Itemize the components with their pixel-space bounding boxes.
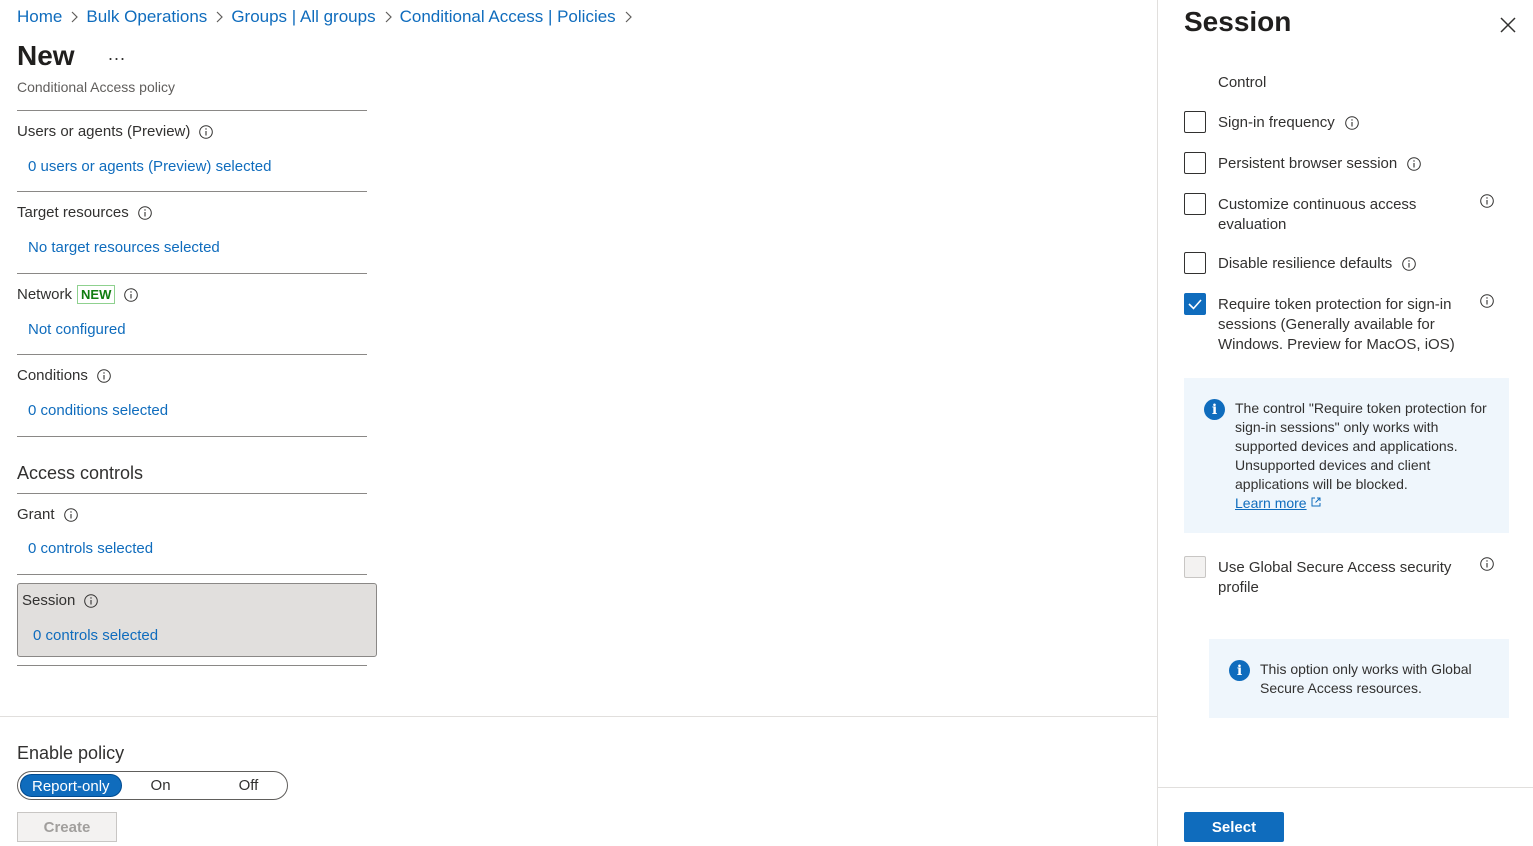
panel-title: Session	[1184, 6, 1292, 37]
divider	[17, 354, 367, 355]
session-label-text: Session	[22, 592, 76, 609]
sign-in-frequency-checkbox[interactable]	[1184, 111, 1206, 133]
target-label-text: Target resources	[17, 204, 129, 221]
divider	[17, 110, 367, 111]
network-label: Network NEW	[17, 285, 139, 304]
info-icon[interactable]	[1480, 557, 1494, 571]
info-filled-icon: i	[1229, 660, 1250, 681]
conditions-label-text: Conditions	[17, 367, 88, 384]
divider	[17, 574, 367, 575]
info-icon[interactable]	[84, 593, 99, 608]
breadcrumb-bulk-operations[interactable]: Bulk Operations	[86, 7, 207, 27]
info-filled-icon: i	[1204, 399, 1225, 420]
conditions-link[interactable]: 0 conditions selected	[28, 402, 168, 419]
option-label: Persistent browser session	[1218, 154, 1422, 174]
panel-footer-divider	[1158, 787, 1533, 788]
token-protection-checkbox[interactable]	[1184, 293, 1206, 315]
breadcrumb-conditional-access[interactable]: Conditional Access | Policies	[400, 7, 616, 27]
breadcrumb-groups[interactable]: Groups | All groups	[231, 7, 375, 27]
grant-label: Grant	[17, 506, 78, 523]
persistent-browser-session-checkbox[interactable]	[1184, 152, 1206, 174]
learn-more-link[interactable]: Learn more	[1235, 495, 1307, 511]
sign-in-frequency-label: Sign-in frequency	[1218, 114, 1335, 131]
info-icon[interactable]	[63, 507, 78, 522]
token-protection-info-box: i The control "Require token protection …	[1184, 378, 1509, 533]
info-icon[interactable]	[137, 205, 152, 220]
control-header: Control	[1218, 74, 1267, 91]
token-protection-label: Require token protection for sign-in ses…	[1218, 296, 1455, 353]
divider	[17, 191, 367, 192]
enable-policy-label: Enable policy	[17, 743, 125, 763]
session-section[interactable]: Session 0 controls selected	[17, 583, 377, 657]
more-options-icon[interactable]: ...	[108, 44, 126, 65]
breadcrumb-home[interactable]: Home	[17, 7, 62, 27]
grant-label-text: Grant	[17, 506, 55, 523]
info-icon[interactable]	[199, 124, 214, 139]
page-subtitle: Conditional Access policy	[17, 79, 175, 95]
divider	[17, 436, 367, 437]
info-icon[interactable]	[1407, 157, 1422, 171]
disable-resilience-defaults-label: Disable resilience defaults	[1218, 255, 1393, 272]
global-secure-access-checkbox[interactable]	[1184, 556, 1206, 578]
info-icon[interactable]	[124, 287, 139, 302]
divider	[17, 273, 367, 274]
option-label: Sign-in frequency	[1218, 113, 1359, 133]
info-icon[interactable]	[97, 368, 111, 383]
close-icon[interactable]	[1498, 15, 1518, 35]
footer-divider	[0, 716, 1157, 717]
users-section-label: Users or agents (Preview)	[17, 123, 214, 140]
token-info-message: The control "Require token protection fo…	[1235, 399, 1493, 513]
global-secure-access-label: Use Global Secure Access security profil…	[1218, 559, 1452, 596]
token-info-text: The control "Require token protection fo…	[1235, 400, 1487, 492]
divider	[17, 665, 367, 666]
users-selection-link[interactable]: 0 users or agents (Preview) selected	[28, 158, 271, 175]
continuous-access-evaluation-label: Customize continuous access evaluation	[1218, 196, 1417, 233]
toggle-report-only[interactable]: Report-only	[20, 774, 122, 797]
grant-link[interactable]: 0 controls selected	[28, 540, 153, 557]
session-label: Session	[22, 592, 99, 609]
toggle-off[interactable]: Off	[228, 774, 270, 797]
info-icon[interactable]	[1402, 257, 1417, 271]
session-link[interactable]: 0 controls selected	[33, 627, 158, 644]
create-button[interactable]: Create	[17, 812, 117, 842]
network-link[interactable]: Not configured	[28, 321, 126, 338]
chevron-right-icon	[376, 9, 400, 25]
new-badge: NEW	[77, 285, 116, 304]
chevron-right-icon	[616, 9, 640, 25]
divider	[17, 493, 367, 494]
persistent-browser-session-label: Persistent browser session	[1218, 155, 1398, 172]
info-icon[interactable]	[1480, 294, 1494, 308]
gsa-info-text: This option only works with Global Secur…	[1260, 661, 1472, 696]
chevron-right-icon	[62, 9, 86, 25]
disable-resilience-defaults-checkbox[interactable]	[1184, 252, 1206, 274]
select-button[interactable]: Select	[1184, 812, 1284, 842]
toggle-on[interactable]: On	[140, 774, 182, 797]
external-link-icon	[1311, 497, 1321, 507]
page-title: New	[17, 40, 75, 71]
enable-policy-toggle: Report-only On Off	[17, 771, 288, 800]
info-icon[interactable]	[1345, 116, 1359, 130]
conditions-label: Conditions	[17, 367, 111, 384]
target-resources-label: Target resources	[17, 204, 152, 221]
network-label-text: Network	[17, 286, 73, 303]
breadcrumb: Home Bulk Operations Groups | All groups…	[17, 6, 640, 28]
target-resources-link[interactable]: No target resources selected	[28, 239, 220, 256]
option-label: Disable resilience defaults	[1218, 254, 1417, 274]
session-panel: Session Control Sign-in frequency Persis…	[1157, 0, 1533, 846]
access-controls-title: Access controls	[17, 463, 144, 483]
gsa-info-box: i This option only works with Global Sec…	[1209, 639, 1509, 718]
users-label-text: Users or agents (Preview)	[17, 123, 191, 140]
continuous-access-evaluation-checkbox[interactable]	[1184, 193, 1206, 215]
info-icon[interactable]	[1480, 194, 1494, 208]
checkmark-icon	[1188, 299, 1202, 310]
chevron-right-icon	[207, 9, 231, 25]
